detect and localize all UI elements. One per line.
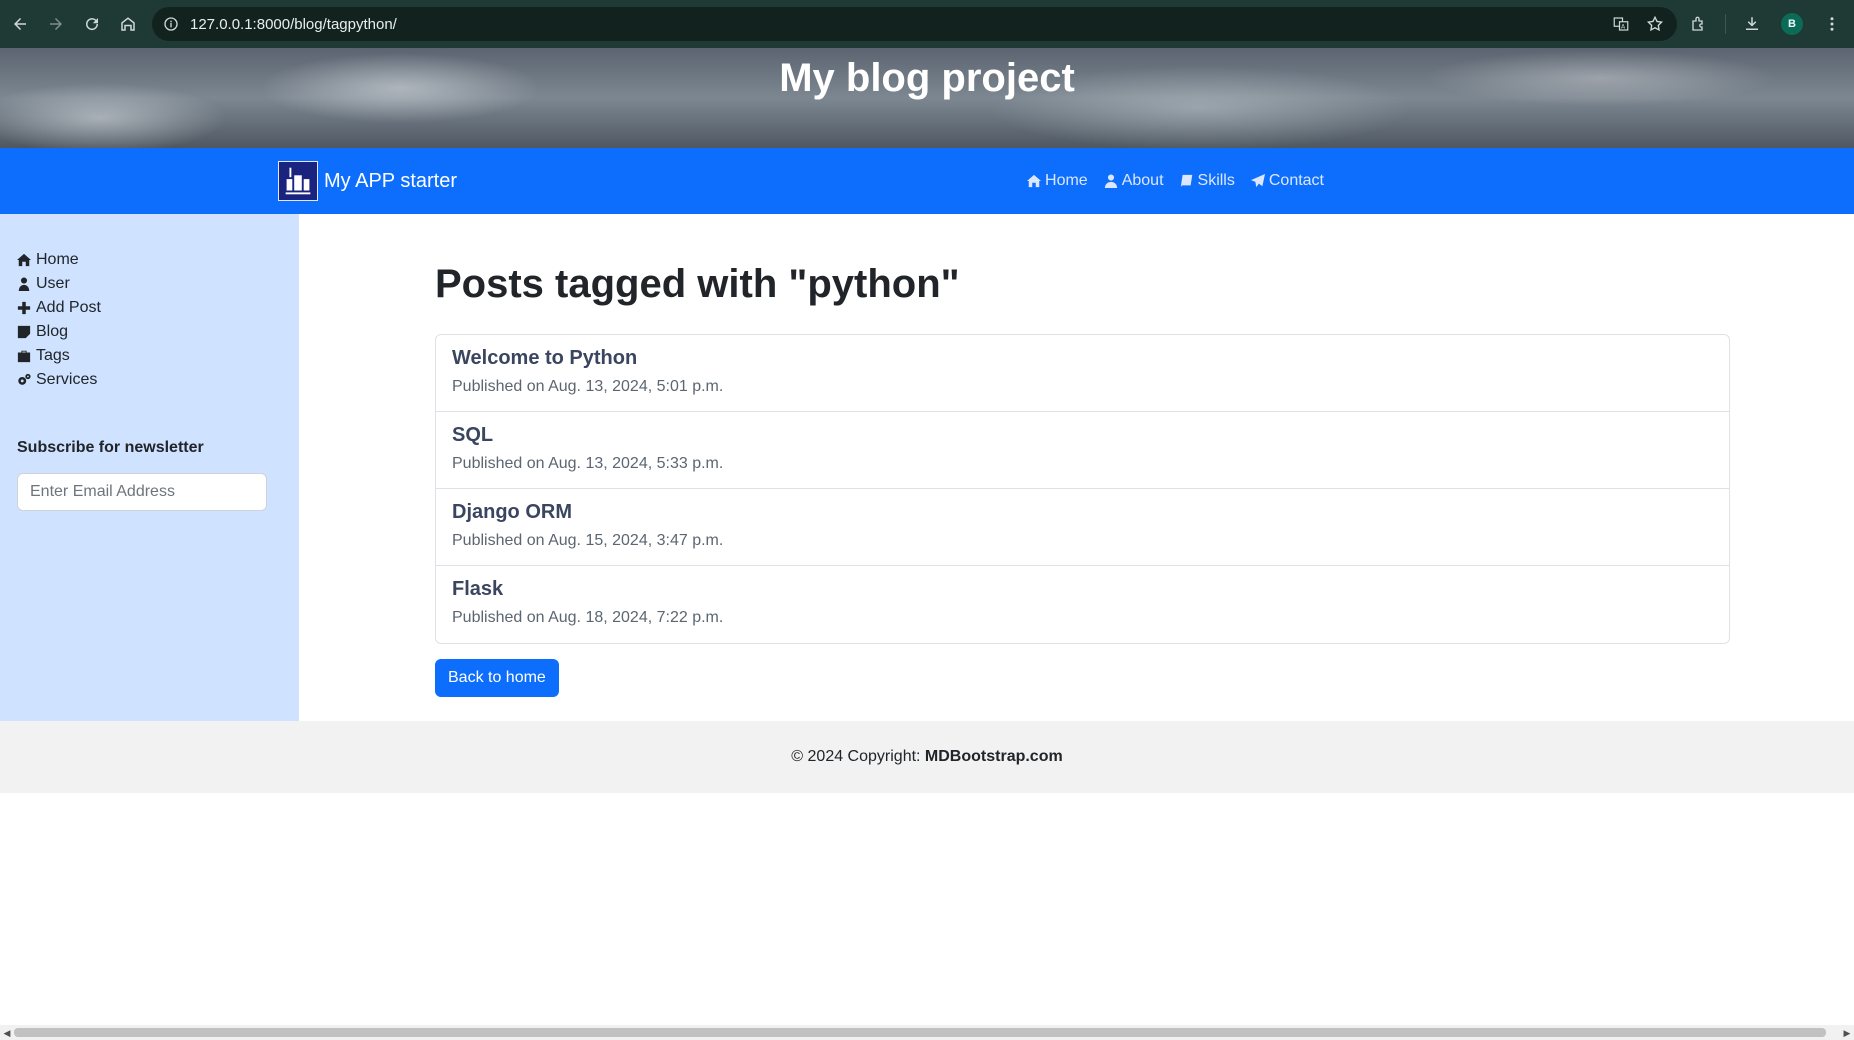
sidebar-item-label[interactable]: Tags	[36, 347, 70, 365]
nav-link-skills[interactable]: Skills	[1180, 172, 1235, 190]
nav-link-label[interactable]: Contact	[1269, 172, 1324, 190]
site-title: My blog project	[779, 56, 1075, 100]
download-icon[interactable]	[1738, 10, 1766, 38]
nav-link-home[interactable]: Home	[1027, 172, 1088, 190]
list-item: Django ORM Published on Aug. 15, 2024, 3…	[436, 489, 1729, 566]
scrollbar-thumb[interactable]	[14, 1028, 1826, 1037]
browser-toolbar: 127.0.0.1:8000/blog/tagpython/ A B	[0, 0, 1854, 48]
footer-copyright: © 2024 Copyright:	[791, 748, 925, 765]
site-info-icon[interactable]	[154, 7, 188, 41]
nav-link-about[interactable]: About	[1104, 172, 1164, 190]
home-icon	[1027, 174, 1042, 188]
nav-link-label[interactable]: Home	[1045, 172, 1088, 190]
translate-icon[interactable]: A	[1609, 12, 1633, 36]
paper-plane-icon	[1250, 174, 1265, 188]
sidebar-item-add-post[interactable]: Add Post	[17, 296, 101, 320]
top-navbar: My APP starter Home About Skills Contact	[0, 148, 1854, 214]
sidebar: Home User Add Post Blog Tags Services Su…	[0, 214, 299, 721]
post-date: Published on Aug. 13, 2024, 5:33 p.m.	[452, 455, 724, 472]
sidebar-item-home[interactable]: Home	[17, 248, 101, 272]
user-icon	[1104, 174, 1117, 188]
profile-avatar[interactable]: B	[1778, 10, 1806, 38]
nav-link-contact[interactable]: Contact	[1250, 172, 1324, 190]
sidebar-menu: Home User Add Post Blog Tags Services	[17, 248, 101, 392]
post-title-link[interactable]: Flask	[452, 575, 1713, 603]
plus-icon	[17, 301, 31, 315]
sidebar-item-tags[interactable]: Tags	[17, 344, 101, 368]
avatar[interactable]: B	[1781, 13, 1803, 35]
briefcase-icon	[17, 350, 31, 363]
sticky-note-icon	[17, 325, 31, 339]
header-banner: My blog project	[0, 48, 1854, 148]
post-title-link[interactable]: SQL	[452, 421, 1713, 449]
url-text[interactable]: 127.0.0.1:8000/blog/tagpython/	[190, 16, 397, 33]
post-title-link[interactable]: Welcome to Python	[452, 344, 1713, 372]
page-title: Posts tagged with "python"	[435, 262, 960, 306]
bookmark-star-icon[interactable]	[1643, 12, 1667, 36]
post-title-link[interactable]: Django ORM	[452, 498, 1713, 526]
list-item: SQL Published on Aug. 13, 2024, 5:33 p.m…	[436, 412, 1729, 489]
post-date: Published on Aug. 15, 2024, 3:47 p.m.	[452, 532, 724, 549]
nav-link-label[interactable]: About	[1122, 172, 1164, 190]
menu-dots-icon[interactable]	[1818, 10, 1846, 38]
scroll-left-icon[interactable]: ◀	[2, 1028, 12, 1038]
reload-icon[interactable]	[74, 6, 110, 42]
newsletter-title: Subscribe for newsletter	[17, 439, 204, 456]
navbar-links: Home About Skills Contact	[1027, 148, 1324, 214]
home-icon	[17, 253, 31, 267]
list-item: Flask Published on Aug. 18, 2024, 7:22 p…	[436, 566, 1729, 643]
address-bar[interactable]: 127.0.0.1:8000/blog/tagpython/ A	[152, 7, 1677, 41]
post-list: Welcome to Python Published on Aug. 13, …	[435, 334, 1730, 644]
forward-icon[interactable]	[38, 6, 74, 42]
back-to-home-button[interactable]: Back to home	[435, 659, 559, 697]
sidebar-item-label[interactable]: Add Post	[36, 299, 101, 317]
brand-text[interactable]: My APP starter	[324, 170, 457, 193]
post-date: Published on Aug. 13, 2024, 5:01 p.m.	[452, 378, 724, 395]
book-icon	[1180, 174, 1192, 188]
sidebar-item-services[interactable]: Services	[17, 368, 101, 392]
nav-link-label[interactable]: Skills	[1198, 172, 1235, 190]
footer-brand-link[interactable]: MDBootstrap.com	[925, 748, 1063, 766]
sidebar-item-label[interactable]: User	[36, 275, 70, 293]
user-icon	[18, 277, 30, 291]
back-icon[interactable]	[2, 6, 38, 42]
gears-icon	[18, 373, 31, 385]
sidebar-item-label[interactable]: Home	[36, 251, 79, 269]
navbar-brand[interactable]: My APP starter	[278, 161, 457, 201]
sidebar-item-label[interactable]: Blog	[36, 323, 68, 341]
sidebar-item-label[interactable]: Services	[36, 371, 97, 389]
brand-logo-icon[interactable]	[278, 161, 318, 201]
list-item: Welcome to Python Published on Aug. 13, …	[436, 335, 1729, 412]
extensions-icon[interactable]	[1685, 10, 1713, 38]
horizontal-scrollbar[interactable]: ◀ ▶	[0, 1025, 1854, 1040]
home-icon[interactable]	[110, 6, 146, 42]
scroll-right-icon[interactable]: ▶	[1842, 1028, 1852, 1038]
footer: © 2024 Copyright: MDBootstrap.com	[0, 721, 1854, 793]
sidebar-item-user[interactable]: User	[17, 272, 101, 296]
toolbar-separator	[1725, 14, 1726, 34]
post-date: Published on Aug. 18, 2024, 7:22 p.m.	[452, 609, 724, 626]
email-field[interactable]	[17, 473, 267, 511]
sidebar-item-blog[interactable]: Blog	[17, 320, 101, 344]
